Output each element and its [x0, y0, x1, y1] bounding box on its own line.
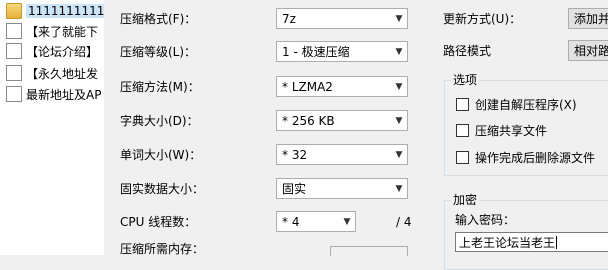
file-icon — [6, 86, 22, 102]
chevron-down-icon: ▼ — [395, 46, 403, 57]
checkbox-box — [456, 98, 469, 111]
tree-item-file[interactable]: 最新地址及AP — [6, 85, 101, 103]
word-value: * 32 — [282, 147, 308, 162]
tree-item-label: 1111111111 — [26, 4, 104, 18]
dict-select[interactable]: * 256 KB ▼ — [276, 110, 408, 131]
delete-after-label: 操作完成后删除源文件 — [475, 151, 596, 165]
encryption-title: 加密 — [451, 193, 480, 207]
file-icon — [6, 65, 22, 81]
tree-item-label: 最新地址及AP — [26, 87, 102, 102]
solid-select[interactable]: 固实 ▼ — [276, 178, 408, 199]
tree-item-label: 【论坛介绍】 — [26, 44, 99, 59]
method-select[interactable]: * LZMA2 ▼ — [276, 76, 408, 97]
chevron-down-icon: ▼ — [395, 149, 403, 160]
chevron-down-icon: ▼ — [395, 13, 403, 24]
sfx-label: 创建自解压程序(X) — [475, 98, 577, 112]
file-tree-panel: 1111111111 【来了就能下 【论坛介绍】 【永久地址发 最新地址及AP — [0, 0, 104, 255]
level-label: 压缩等级(L)： — [120, 45, 197, 59]
delete-after-checkbox[interactable]: 操作完成后删除源文件 — [456, 149, 595, 166]
folder-icon — [6, 3, 22, 19]
tree-item-file[interactable]: 【永久地址发 — [6, 64, 98, 82]
threads-max: / 4 — [396, 215, 412, 229]
level-value: 1 - 极速压缩 — [282, 45, 350, 59]
solid-value: 固实 — [282, 182, 307, 196]
threads-label: CPU 线程数： — [120, 215, 197, 229]
path-select[interactable]: 相对路 — [568, 40, 608, 61]
format-value: 7z — [282, 11, 296, 26]
password-label: 输入密码： — [455, 213, 516, 227]
tree-item-label: 【来了就能下 — [26, 24, 99, 39]
format-label: 压缩格式(F)： — [120, 12, 197, 26]
dict-label: 字典大小(D)： — [120, 114, 199, 128]
checkbox-box — [456, 124, 469, 137]
file-icon — [6, 23, 22, 39]
word-label: 单词大小(W)： — [120, 148, 202, 162]
chevron-down-icon: ▼ — [395, 115, 403, 126]
chevron-down-icon: ▼ — [395, 81, 403, 92]
threads-select[interactable]: * 4 ▼ — [276, 211, 356, 232]
chevron-down-icon: ▼ — [343, 216, 351, 227]
update-value: 添加并 — [574, 12, 608, 26]
threads-value: * 4 — [282, 214, 300, 229]
level-select[interactable]: 1 - 极速压缩 ▼ — [276, 41, 408, 62]
shared-files-label: 压缩共享文件 — [475, 124, 548, 138]
password-value: 上老王论坛当老王 — [459, 235, 556, 250]
word-select[interactable]: * 32 ▼ — [276, 144, 408, 165]
file-icon — [6, 43, 22, 59]
dict-value: * 256 KB — [282, 113, 335, 128]
chevron-down-icon: ▼ — [395, 183, 403, 194]
path-label: 路径模式 — [443, 44, 492, 58]
format-select[interactable]: 7z ▼ — [276, 8, 408, 29]
update-label: 更新方式(U)： — [443, 12, 522, 26]
solid-label: 固实数据大小： — [120, 182, 205, 196]
password-input[interactable]: 上老王论坛当老王 — [455, 232, 608, 252]
shared-files-checkbox[interactable]: 压缩共享文件 — [456, 122, 547, 139]
tree-item-file[interactable]: 【来了就能下 — [6, 22, 98, 40]
text-caret — [556, 235, 558, 249]
sfx-checkbox[interactable]: 创建自解压程序(X) — [456, 96, 577, 113]
tree-item-folder[interactable]: 1111111111 — [6, 2, 104, 20]
tree-item-file[interactable]: 【论坛介绍】 — [6, 42, 98, 60]
checkbox-box — [456, 151, 469, 164]
path-value: 相对路 — [574, 44, 608, 58]
tree-item-label: 【永久地址发 — [26, 66, 99, 81]
method-label: 压缩方法(M)： — [120, 80, 200, 94]
update-select[interactable]: 添加并 — [568, 8, 608, 29]
options-title: 选项 — [451, 73, 480, 87]
method-value: * LZMA2 — [282, 79, 333, 94]
